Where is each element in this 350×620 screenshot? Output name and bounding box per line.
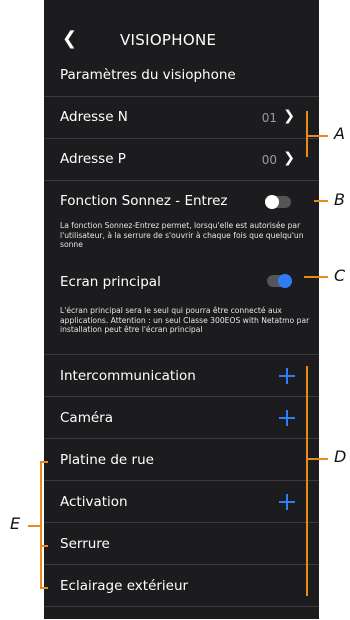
activation-row[interactable]: Activation: [44, 480, 319, 523]
camera-row[interactable]: Caméra: [44, 396, 319, 439]
sonnez-entrez-row: Fonction Sonnez - Entrez La fonction Son…: [44, 180, 319, 273]
plus-icon[interactable]: [279, 410, 295, 426]
annotation-a-label: A: [334, 124, 345, 143]
platine-de-rue-label: Platine de rue: [60, 452, 154, 468]
ecran-principal-toggle[interactable]: [267, 274, 292, 288]
ecran-principal-description: L'écran principal sera le seul qui pourr…: [60, 306, 310, 335]
intercommunication-row[interactable]: Intercommunication: [44, 354, 319, 397]
annotation-a-bracket: [306, 111, 308, 157]
page-title: VISIOPHONE: [120, 31, 217, 49]
visiophone-settings-screen: ❮ VISIOPHONE Paramètres du visiophone Ad…: [44, 0, 319, 619]
sonnez-entrez-toggle[interactable]: [265, 195, 291, 209]
plus-icon[interactable]: [279, 494, 295, 510]
annotation-d-bracket: [306, 366, 308, 596]
address-n-value: 01: [261, 111, 277, 125]
chevron-left-icon[interactable]: ❮: [62, 28, 77, 49]
annotation-a-leader: [306, 135, 328, 137]
annotation-c-leader: [304, 276, 328, 278]
serrure-label: Serrure: [60, 536, 110, 552]
section-title: Paramètres du visiophone: [60, 67, 236, 83]
intercommunication-label: Intercommunication: [60, 368, 196, 384]
serrure-row[interactable]: Serrure: [44, 522, 319, 565]
address-p-label: Adresse P: [60, 151, 126, 167]
annotation-e-label: E: [10, 514, 21, 533]
chevron-right-icon: ❯: [283, 150, 295, 166]
activation-label: Activation: [60, 494, 128, 510]
address-p-value: 00: [261, 153, 277, 167]
annotation-e-tick-serrure: [40, 545, 48, 547]
camera-label: Caméra: [60, 410, 113, 426]
annotation-e-bracket: [40, 461, 42, 589]
sonnez-entrez-description: La fonction Sonnez-Entrez permet, lorsqu…: [60, 221, 304, 250]
sonnez-entrez-label: Fonction Sonnez - Entrez: [60, 193, 228, 209]
annotation-e-leader: [28, 525, 40, 527]
chevron-right-icon: ❯: [283, 108, 295, 124]
ecran-principal-label: Ecran principal: [60, 274, 161, 290]
plus-icon[interactable]: [279, 368, 295, 384]
eclairage-exterieur-row[interactable]: Eclairage extérieur: [44, 564, 319, 607]
platine-de-rue-row[interactable]: Platine de rue: [44, 438, 319, 481]
annotation-b-label: B: [334, 190, 345, 209]
annotation-d-leader: [306, 458, 328, 460]
annotation-b-leader: [314, 200, 328, 202]
ecran-principal-row: Ecran principal L'écran principal sera l…: [44, 272, 319, 354]
toggle-knob: [265, 195, 279, 209]
toggle-knob: [278, 274, 292, 288]
annotation-e-tick-eclairage: [40, 587, 48, 589]
annotation-d-label: D: [334, 447, 347, 466]
annotation-e-tick-platine: [40, 461, 48, 463]
annotation-c-label: C: [334, 266, 346, 285]
address-n-row[interactable]: Adresse N 01 ❯: [44, 96, 319, 139]
address-p-row[interactable]: Adresse P 00 ❯: [44, 138, 319, 181]
address-n-label: Adresse N: [60, 109, 128, 125]
eclairage-exterieur-label: Eclairage extérieur: [60, 578, 189, 594]
top-bar: ❮ VISIOPHONE: [44, 28, 319, 54]
list-end-divider: [44, 606, 319, 620]
